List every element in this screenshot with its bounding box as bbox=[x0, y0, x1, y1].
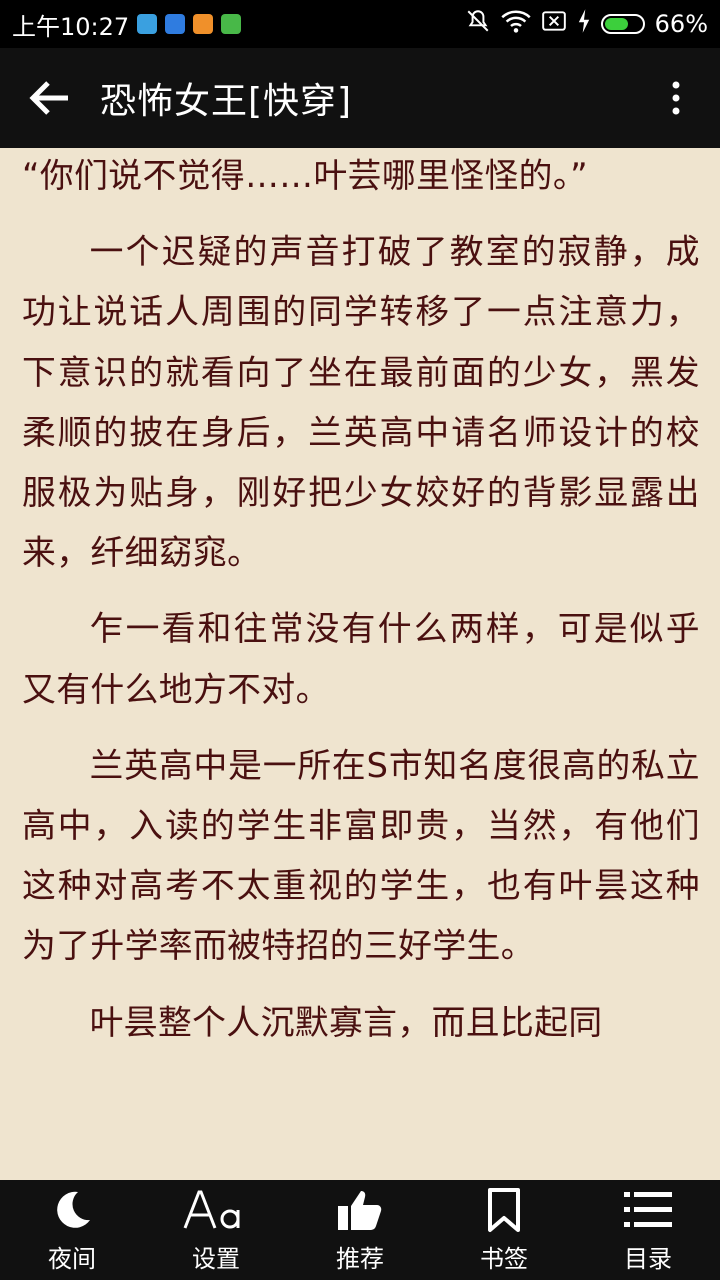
app-notification-icon-1 bbox=[137, 14, 158, 34]
bookmark-icon bbox=[486, 1187, 522, 1233]
tab-label: 书签 bbox=[480, 1244, 528, 1273]
bottom-nav: 夜间 设置 推荐 书签 目录 bbox=[0, 1180, 720, 1280]
tab-label: 推荐 bbox=[336, 1244, 384, 1273]
reader-content[interactable]: “你们说不觉得……叶芸哪里怪怪的。” 一个迟疑的声音打破了教室的寂静，成功让说话… bbox=[0, 148, 720, 1180]
paragraph: 乍一看和往常没有什么两样，可是似乎又有什么地方不对。 bbox=[22, 609, 700, 709]
status-right: 66% bbox=[465, 8, 708, 40]
more-vertical-icon bbox=[672, 81, 680, 115]
battery-icon bbox=[600, 14, 645, 34]
paragraph: “你们说不觉得……叶芸哪里怪怪的。” bbox=[22, 156, 589, 195]
chapter-text: “你们说不觉得……叶芸哪里怪怪的。” 一个迟疑的声音打破了教室的寂静，成功让说话… bbox=[22, 148, 700, 1069]
night-mode-button[interactable]: 夜间 bbox=[0, 1180, 144, 1280]
list-icon bbox=[624, 1187, 672, 1233]
recommend-button[interactable]: 推荐 bbox=[288, 1180, 432, 1280]
shield-notification-icon bbox=[165, 14, 186, 34]
paragraph: 一个迟疑的声音打破了教室的寂静，成功让说话人周围的同学转移了一点注意力，下意识的… bbox=[22, 232, 700, 573]
app-notification-icon-2 bbox=[193, 14, 214, 34]
settings-button[interactable]: 设置 bbox=[144, 1180, 288, 1280]
arrow-left-icon bbox=[29, 81, 68, 115]
thumbs-up-icon bbox=[336, 1187, 384, 1233]
mute-icon bbox=[465, 8, 491, 40]
no-sim-icon bbox=[541, 9, 567, 39]
more-options-button[interactable] bbox=[656, 72, 696, 124]
paragraph: 兰英高中是一所在S市知名度很高的私立高中，入读的学生非富即贵，当然，有他们这种对… bbox=[22, 745, 700, 966]
battery-level bbox=[604, 18, 629, 30]
moon-icon bbox=[50, 1187, 94, 1233]
charging-icon bbox=[577, 8, 591, 40]
book-title: 恐怖女王[快穿] bbox=[100, 81, 353, 122]
back-button[interactable] bbox=[24, 72, 76, 124]
font-settings-icon bbox=[183, 1187, 249, 1233]
paragraph: 叶昙整个人沉默寡言，而且比起同 bbox=[89, 1002, 603, 1042]
wifi-icon bbox=[501, 8, 531, 40]
status-time: 上午10:27 bbox=[12, 12, 130, 41]
app-toolbar: 恐怖女王[快穿] bbox=[0, 48, 720, 148]
tab-label: 夜间 bbox=[48, 1244, 96, 1273]
status-left: 上午10:27 bbox=[12, 7, 242, 42]
tab-label: 设置 bbox=[192, 1244, 240, 1273]
tab-label: 目录 bbox=[624, 1244, 672, 1273]
status-bar: 上午10:27 66% bbox=[0, 0, 720, 48]
table-of-contents-button[interactable]: 目录 bbox=[576, 1180, 720, 1280]
battery-percent: 66% bbox=[654, 10, 708, 38]
app-notification-icon-3 bbox=[221, 14, 242, 34]
bookmark-button[interactable]: 书签 bbox=[432, 1180, 576, 1280]
